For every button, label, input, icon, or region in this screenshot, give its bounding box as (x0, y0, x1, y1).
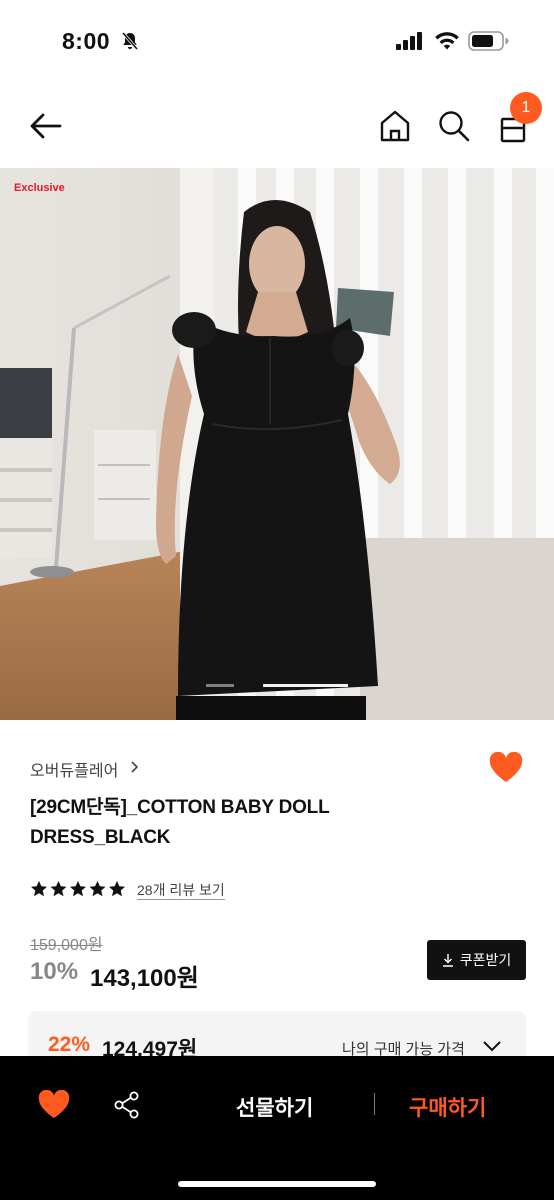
brand-link[interactable]: 오버듀플레어 (30, 757, 118, 781)
product-image-carousel[interactable]: Exclusive (0, 168, 554, 720)
divider (374, 1093, 375, 1115)
review-link[interactable]: 28개 리뷰 보기 (137, 881, 225, 900)
heart-icon (489, 751, 523, 782)
exclusive-label: Exclusive (14, 182, 65, 194)
bottom-wishlist-button[interactable] (38, 1089, 70, 1120)
search-button[interactable] (436, 108, 472, 144)
status-time: 8:00 (62, 28, 111, 54)
arrow-left-icon (30, 113, 62, 139)
cellular-signal-icon (396, 32, 422, 50)
heart-icon (38, 1089, 70, 1118)
discount-rate: 10% (30, 958, 79, 985)
coupon-button-label: 쿠폰받기 (459, 952, 512, 968)
carousel-indicator-active (263, 684, 348, 687)
share-icon (114, 1091, 139, 1119)
bell-slash-icon (121, 32, 139, 50)
status-bar: 8:00 (0, 0, 554, 80)
search-icon (439, 111, 470, 142)
wifi-icon (435, 32, 459, 50)
product-photo (0, 168, 554, 720)
coupon-download-button[interactable]: 쿠폰받기 (427, 940, 526, 980)
rating-stars (31, 881, 125, 897)
original-price: 159,000원 (30, 937, 103, 954)
battery-icon (468, 31, 509, 51)
carousel-page-indicator (206, 684, 348, 687)
gift-button[interactable]: 선물하기 (236, 1092, 313, 1122)
chevron-down-icon (483, 1041, 501, 1052)
share-button[interactable] (112, 1090, 142, 1120)
top-nav-bar: 1 (0, 90, 554, 162)
my-discount-rate: 22% (48, 1033, 91, 1056)
chevron-right-icon (131, 761, 139, 773)
home-indicator (178, 1181, 376, 1187)
buy-button[interactable]: 구매하기 (409, 1092, 486, 1122)
download-icon (442, 954, 453, 967)
wishlist-heart-button[interactable] (488, 751, 524, 784)
home-icon (380, 110, 410, 142)
bottom-action-bar: 선물하기 구매하기 (0, 1056, 554, 1200)
product-title: [29CM단독]_COTTON BABY DOLL DRESS_BLACK (30, 797, 330, 848)
home-button[interactable] (378, 108, 412, 144)
back-button[interactable] (26, 108, 66, 144)
sale-price: 143,100원 (90, 965, 199, 992)
cart-count-badge: 1 (510, 92, 542, 124)
carousel-indicator-segment (206, 684, 234, 687)
